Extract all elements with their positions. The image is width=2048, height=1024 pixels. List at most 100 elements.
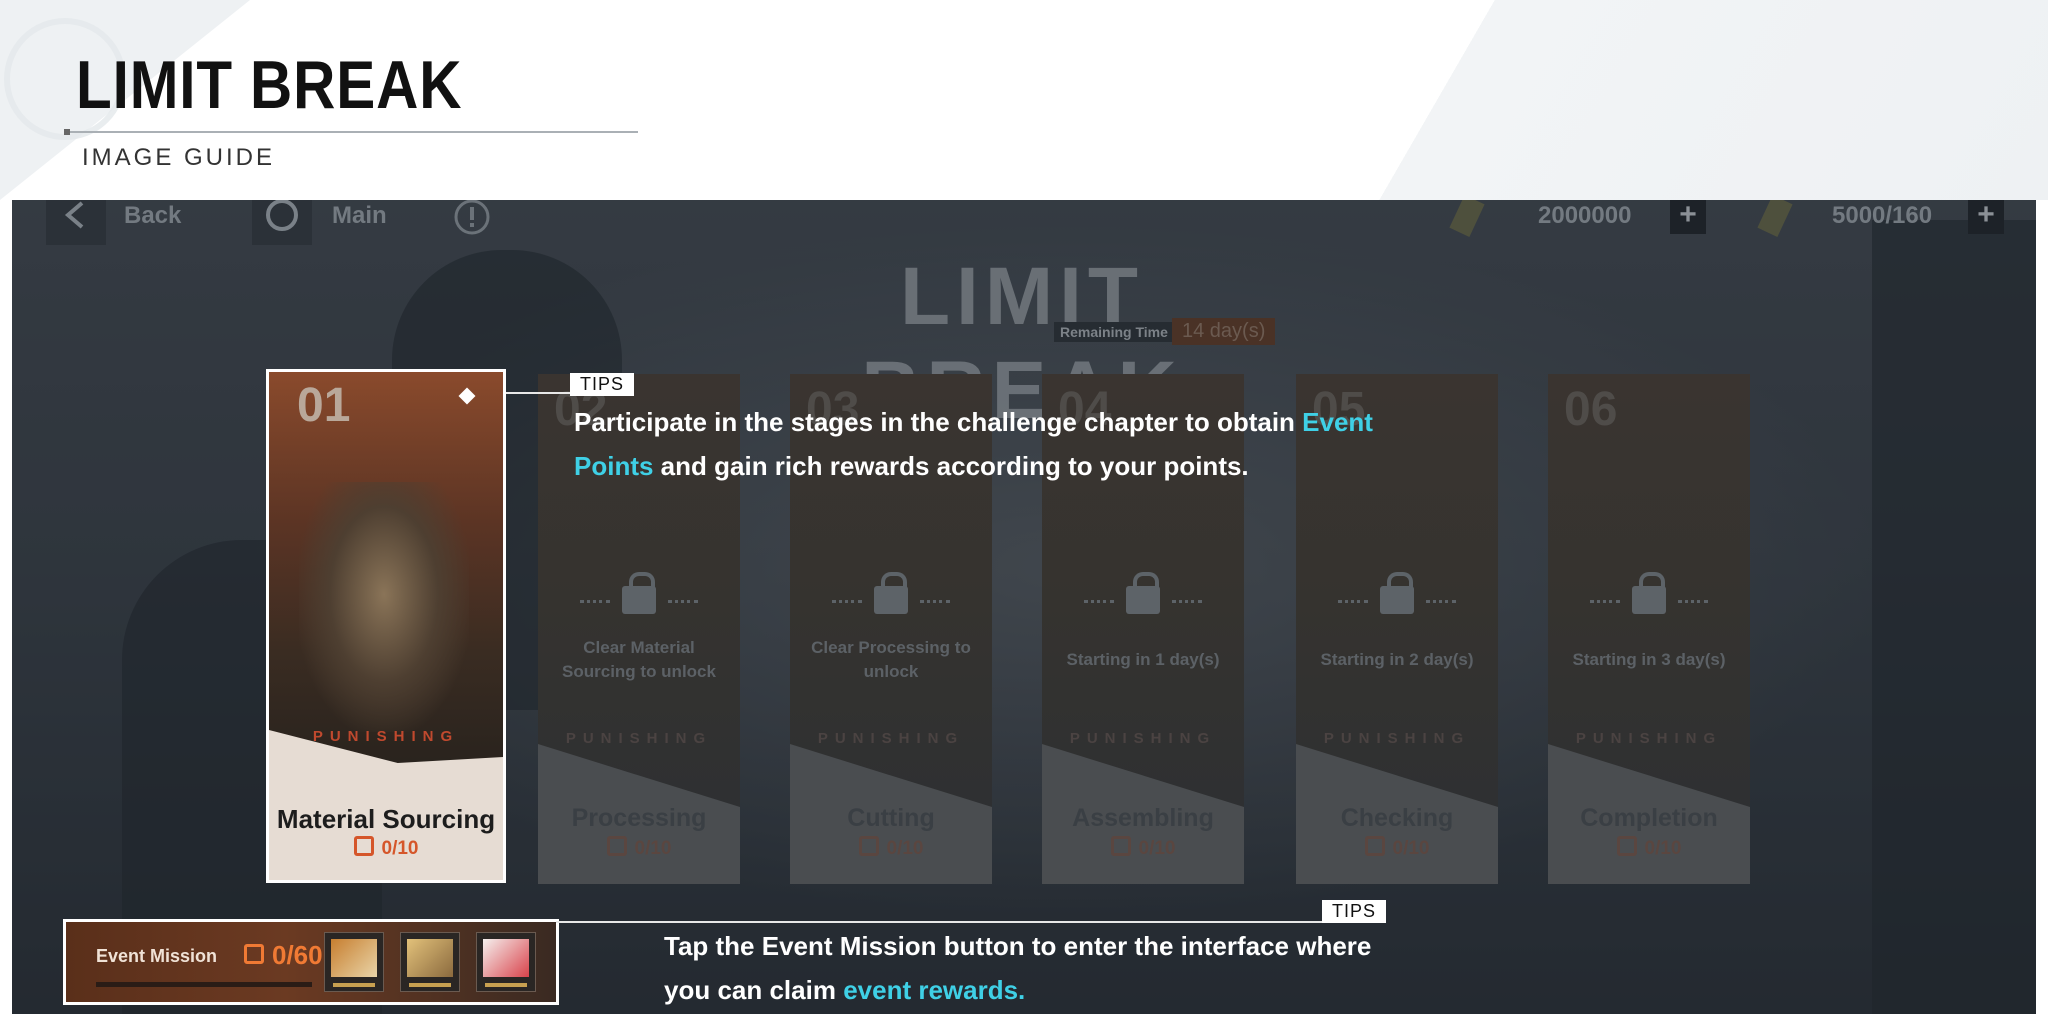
main-button[interactable] bbox=[252, 200, 312, 245]
lock-dots bbox=[1084, 600, 1114, 603]
remaining-time-value: 14 day(s) bbox=[1172, 318, 1276, 345]
add-stamina-button[interactable]: + bbox=[1968, 200, 2004, 234]
stage-artwork bbox=[299, 482, 469, 732]
reward-rarity-bar bbox=[333, 983, 375, 987]
tips-highlight: event rewards. bbox=[843, 975, 1026, 1005]
stage-progress: 0/10 bbox=[269, 836, 503, 860]
stage-name: Completion bbox=[1580, 804, 1718, 832]
stage-progress: 0/10 bbox=[1296, 836, 1498, 860]
info-icon bbox=[454, 200, 490, 235]
lock-dots bbox=[1338, 600, 1368, 603]
main-label: Main bbox=[332, 202, 387, 229]
stage-brand-text: PUNISHING bbox=[1069, 730, 1217, 747]
lock-icon bbox=[874, 586, 908, 614]
back-label: Back bbox=[124, 202, 182, 229]
reward-rarity-bar bbox=[485, 983, 527, 987]
event-mission-count: 0/60 bbox=[244, 940, 323, 971]
stage-progress-value: 0/10 bbox=[886, 838, 924, 859]
event-point-icon bbox=[1110, 836, 1131, 856]
stage-progress: 0/10 bbox=[1548, 836, 1750, 860]
stage-progress-value: 0/10 bbox=[1392, 838, 1430, 859]
tips-tag: TIPS bbox=[570, 373, 635, 396]
reward-item-icon bbox=[331, 939, 377, 977]
reward-item-icon bbox=[483, 939, 529, 977]
event-point-icon bbox=[606, 836, 627, 856]
tips-text-event-mission: Tap the Event Mission button to enter th… bbox=[664, 924, 1424, 1012]
reward-item[interactable] bbox=[324, 932, 384, 992]
lock-indicator bbox=[538, 572, 740, 622]
lock-dots bbox=[832, 600, 862, 603]
stage-brand-text: PUNISHING bbox=[1323, 730, 1471, 747]
tips-tag: TIPS bbox=[1322, 900, 1387, 923]
stage-unlock-status: Clear Processing to unlock bbox=[811, 638, 971, 681]
event-point-icon bbox=[858, 836, 879, 856]
stage-card-completion[interactable]: 06 Starting in 3 day(s) PUNISHING Comple… bbox=[1548, 374, 1750, 884]
stage-unlock-status: Starting in 1 day(s) bbox=[1066, 650, 1220, 669]
stage-name: Cutting bbox=[847, 804, 935, 832]
reward-rarity-bar bbox=[409, 983, 451, 987]
tips-text-part: Participate in the stages in the challen… bbox=[574, 407, 1303, 437]
lock-dots bbox=[1426, 600, 1456, 603]
lock-dots bbox=[668, 600, 698, 603]
event-point-icon bbox=[1616, 836, 1637, 856]
stage-card-material-sourcing[interactable]: 01 PUNISHING Material Sourcing 0/10 bbox=[266, 369, 506, 883]
chevron-left-icon bbox=[64, 201, 84, 229]
lock-dots bbox=[1172, 600, 1202, 603]
stamina-amount: 5000/160 bbox=[1832, 202, 1933, 229]
stage-unlock-status: Clear Material Sourcing to unlock bbox=[562, 638, 716, 681]
lock-dots bbox=[1678, 600, 1708, 603]
tips-connector-line bbox=[556, 921, 1336, 923]
lock-icon bbox=[1380, 586, 1414, 614]
tips-text-part: and gain rich rewards according to your … bbox=[653, 451, 1249, 481]
stage-progress: 0/10 bbox=[1042, 836, 1244, 860]
guide-subtitle: IMAGE GUIDE bbox=[82, 144, 276, 171]
lock-icon bbox=[1126, 586, 1160, 614]
stage-name: Processing bbox=[571, 804, 707, 832]
event-mission-count-value: 0/60 bbox=[272, 940, 323, 970]
diamond-icon bbox=[458, 387, 476, 405]
stage-progress: 0/10 bbox=[538, 836, 740, 860]
event-point-icon bbox=[1364, 836, 1385, 856]
stage-name: Assembling bbox=[1072, 804, 1214, 832]
circle-icon bbox=[266, 200, 298, 231]
stage-number: 06 bbox=[1564, 383, 1618, 436]
tips-text-event-points: Participate in the stages in the challen… bbox=[574, 400, 1374, 488]
currency-amount: 2000000 bbox=[1538, 202, 1632, 229]
stage-brand-text: PUNISHING bbox=[817, 730, 965, 747]
back-button[interactable] bbox=[46, 200, 106, 245]
stage-brand-text: PUNISHING bbox=[565, 730, 713, 747]
event-point-icon bbox=[353, 836, 374, 856]
info-button[interactable] bbox=[452, 200, 492, 242]
add-currency-button[interactable]: + bbox=[1670, 200, 1706, 234]
lock-indicator bbox=[1042, 572, 1244, 622]
reward-item[interactable] bbox=[400, 932, 460, 992]
game-screenshot: Back Main 2000000 + 5000/160 + LIMIT BRE… bbox=[12, 200, 2036, 1014]
stage-progress-value: 0/10 bbox=[1138, 838, 1176, 859]
stage-unlock-status: Starting in 3 day(s) bbox=[1572, 650, 1726, 669]
stage-name: Checking bbox=[1340, 804, 1454, 832]
stage-progress-value: 0/10 bbox=[634, 838, 672, 859]
lock-icon bbox=[622, 586, 656, 614]
guide-title: LIMIT BREAK bbox=[76, 47, 463, 123]
stage-brand-text: PUNISHING bbox=[1575, 730, 1723, 747]
reward-item-icon bbox=[407, 939, 453, 977]
stage-name: Material Sourcing bbox=[276, 804, 496, 834]
stage-number: 01 bbox=[297, 379, 351, 432]
event-point-icon bbox=[244, 944, 264, 964]
event-mission-progress-bar bbox=[96, 982, 312, 987]
stage-progress-value: 0/10 bbox=[1644, 838, 1682, 859]
lock-indicator bbox=[1548, 572, 1750, 622]
lock-indicator bbox=[1296, 572, 1498, 622]
lock-dots bbox=[920, 600, 950, 603]
lock-dots bbox=[580, 600, 610, 603]
stage-unlock-status: Starting in 2 day(s) bbox=[1320, 650, 1474, 669]
lock-icon bbox=[1632, 586, 1666, 614]
header-background-shape-right bbox=[1348, 0, 2048, 200]
title-divider bbox=[64, 131, 638, 133]
event-mission-button[interactable]: Event Mission 0/60 bbox=[63, 919, 559, 1005]
lock-dots bbox=[1590, 600, 1620, 603]
reward-item[interactable] bbox=[476, 932, 536, 992]
stage-progress: 0/10 bbox=[790, 836, 992, 860]
stage-progress-value: 0/10 bbox=[381, 838, 419, 859]
title-divider-marker bbox=[64, 129, 70, 135]
